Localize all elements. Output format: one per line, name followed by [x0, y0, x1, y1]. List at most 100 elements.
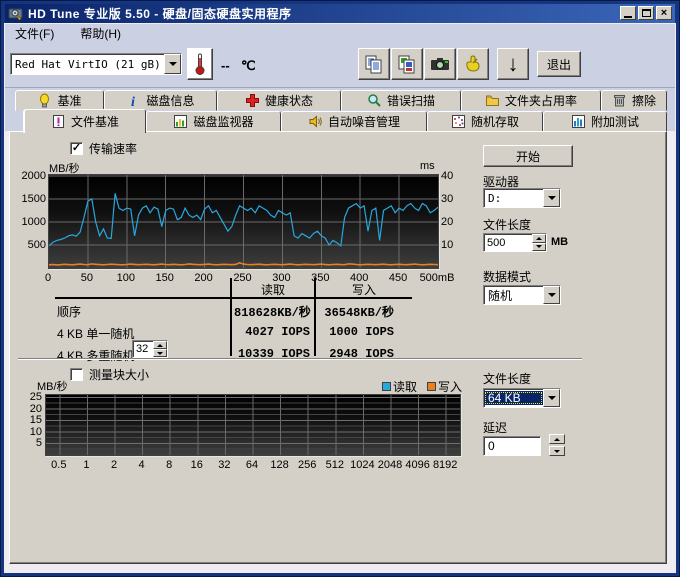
table-read-header: 读取 — [232, 281, 314, 298]
screenshot-button[interactable] — [424, 48, 456, 80]
main-chart-y-right-ticks: 40302010 — [441, 175, 469, 268]
settings-hand-button[interactable] — [457, 48, 489, 80]
app-icon — [8, 6, 23, 21]
tab-folder-usage-label: 文件夹占用率 — [505, 92, 577, 109]
close-button[interactable]: × — [656, 6, 672, 20]
titlebar[interactable]: HD Tune 专业版 5.50 - 硬盘/固态硬盘实用程序 × — [5, 4, 675, 23]
spinner-down-button[interactable] — [153, 349, 167, 357]
spinner-up-button[interactable] — [532, 234, 546, 243]
tab-health[interactable]: 健康状态 — [217, 90, 341, 111]
down-arrow-icon — [554, 450, 560, 453]
tab-file-benchmark-label: 文件基准 — [71, 113, 119, 130]
block-size-plot — [45, 394, 461, 456]
tab-file-benchmark[interactable]: 文件基准 — [24, 109, 146, 133]
close-icon: × — [661, 8, 667, 19]
drive-select-combo[interactable]: Red Hat VirtIO (21 gB) — [10, 53, 182, 75]
tab-erase-label: 擦除 — [632, 92, 656, 109]
tab-random-access[interactable]: 随机存取 — [427, 111, 543, 132]
data-mode-label: 数据模式 — [483, 268, 531, 285]
drive-select-value: Red Hat VirtIO (21 gB) — [11, 58, 164, 71]
measure-block-checkbox-label: 测量块大小 — [89, 366, 149, 383]
info-icon: i — [126, 93, 141, 108]
svg-text:i: i — [131, 95, 135, 108]
measure-block-checkbox[interactable]: 测量块大小 — [70, 366, 149, 383]
spinner-up-button[interactable] — [153, 341, 167, 349]
copy-image-button[interactable] — [391, 48, 423, 80]
temperature-unit: ℃ — [241, 58, 256, 74]
block-size-dropdown[interactable] — [543, 389, 560, 407]
trash-icon — [612, 93, 627, 108]
tabstrip: 基准 i 磁盘信息 健康状态 错误扫描 文件夹占用率 擦除 文件基准 磁盘监视 — [5, 88, 675, 131]
app-window: HD Tune 专业版 5.50 - 硬盘/固态硬盘实用程序 × 文件(F) 帮… — [0, 0, 680, 577]
start-button[interactable]: 开始 — [483, 145, 573, 167]
table-row-label: 顺序 — [57, 303, 81, 320]
chevron-down-icon — [548, 196, 556, 200]
transfer-rate-checkbox[interactable]: ✓ 传输速率 — [70, 140, 137, 157]
transfer-rate-checkbox-label: 传输速率 — [89, 140, 137, 157]
drive-select-dropdown-button[interactable] — [164, 54, 181, 74]
block-size-combo[interactable]: 64 KB — [483, 388, 561, 408]
health-cross-icon — [245, 93, 260, 108]
tab-aam[interactable]: 自动噪音管理 — [281, 111, 427, 132]
menu-help[interactable]: 帮助(H) — [76, 24, 125, 43]
tab-error-scan-label: 错误扫描 — [387, 92, 435, 109]
window-title: HD Tune 专业版 5.50 - 硬盘/固态硬盘实用程序 — [28, 5, 291, 22]
tab-error-scan[interactable]: 错误扫描 — [341, 90, 461, 111]
download-results-button[interactable]: ↓ — [497, 48, 529, 80]
file-length-value: 500 — [484, 234, 532, 251]
section-divider — [18, 358, 582, 360]
file-benchmark-page: ✓ 传输速率 MB/秒 ms 200015001000500 40302010 … — [9, 131, 667, 564]
start-button-label: 开始 — [516, 148, 540, 165]
file-benchmark-icon — [51, 114, 66, 129]
copy-image-icon — [397, 54, 417, 74]
chevron-down-icon — [548, 396, 556, 400]
seq-write-value: 36548KB/秒 — [318, 303, 394, 320]
spinner-down-button[interactable] — [532, 243, 546, 252]
legend-write-label: 写入 — [438, 378, 462, 395]
tab-erase[interactable]: 擦除 — [601, 90, 667, 111]
down-arrow-icon: ↓ — [508, 53, 519, 75]
legend-write-swatch — [427, 382, 436, 391]
table-row-label: 4 KB 多重随机 — [57, 347, 134, 364]
copy-text-icon — [364, 54, 384, 74]
file-length-spinner[interactable]: 500 — [483, 233, 547, 252]
tab-disk-info[interactable]: i 磁盘信息 — [104, 90, 217, 111]
chart-legend: 读取 写入 — [382, 378, 462, 395]
legend-read-label: 读取 — [393, 378, 417, 395]
table-row-label: 4 KB 单一随机 — [57, 325, 134, 342]
tab-extra-tests[interactable]: 附加测试 — [543, 111, 667, 132]
speaker-icon — [308, 114, 323, 129]
block-chart-x-ticks: 0.512481632641282565121024204840968192 — [45, 459, 475, 473]
tab-disk-info-label: 磁盘信息 — [146, 92, 194, 109]
copy-text-button[interactable] — [358, 48, 390, 80]
tab-folder-usage[interactable]: 文件夹占用率 — [461, 90, 601, 111]
minimize-button[interactable] — [620, 6, 636, 20]
thermometer-icon — [194, 52, 206, 76]
temperature-button[interactable] — [187, 48, 213, 80]
seq-read-value: 818628KB/秒 — [234, 303, 310, 320]
tab-benchmark[interactable]: 基准 — [15, 90, 104, 111]
drive-combo-value: D: — [484, 192, 543, 205]
drive-combo[interactable]: D: — [483, 188, 561, 208]
data-mode-combo[interactable]: 随机 — [483, 285, 561, 305]
delay-up-button[interactable] — [549, 434, 565, 444]
block-size-plot-svg — [46, 395, 460, 455]
minimize-icon — [624, 16, 632, 18]
delay-label: 延迟 — [483, 419, 507, 436]
tab-extra-tests-label: 附加测试 — [591, 113, 639, 130]
delay-input[interactable]: 0 — [483, 436, 541, 456]
file-length-unit: MB — [551, 236, 568, 248]
menu-file[interactable]: 文件(F) — [11, 24, 58, 43]
data-mode-value: 随机 — [484, 287, 543, 304]
drive-combo-dropdown[interactable] — [543, 189, 560, 207]
up-arrow-icon — [536, 237, 542, 240]
delay-down-button[interactable] — [549, 446, 565, 456]
tab-disk-monitor[interactable]: 磁盘监视器 — [146, 111, 281, 132]
exit-button[interactable]: 退出 — [537, 51, 581, 77]
queue-depth-spinner[interactable]: 32 — [132, 340, 168, 358]
block-size-value: 64 KB — [484, 391, 543, 405]
exit-button-label: 退出 — [547, 56, 571, 73]
queue-depth-value: 32 — [133, 341, 153, 357]
data-mode-dropdown[interactable] — [543, 286, 560, 304]
maximize-button[interactable] — [638, 6, 654, 20]
